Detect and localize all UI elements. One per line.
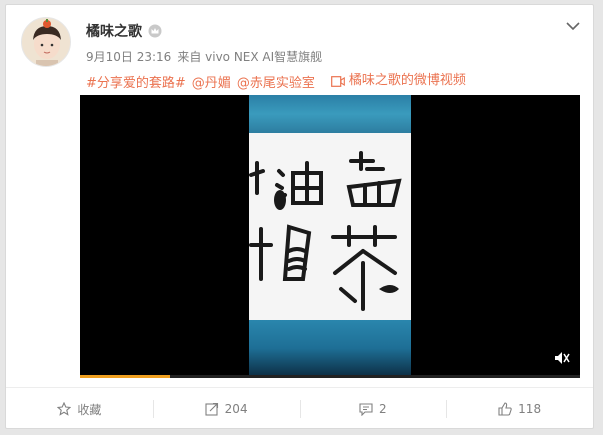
repost-icon bbox=[205, 402, 218, 416]
action-bar: 收藏 204 2 118 bbox=[6, 388, 593, 430]
repost-button[interactable]: 204 bbox=[152, 388, 300, 430]
mute-icon[interactable] bbox=[554, 351, 570, 365]
weibo-post-card: 橘味之歌 9月10日 23:16 来自 vivo NEX AI智慧旗舰 #分享爱的… bbox=[5, 4, 594, 429]
post-meta: 9月10日 23:16 来自 vivo NEX AI智慧旗舰 bbox=[86, 50, 328, 64]
chevron-down-icon[interactable] bbox=[566, 21, 580, 31]
video-frame-top bbox=[249, 95, 411, 133]
video-player[interactable] bbox=[80, 95, 580, 376]
favorite-label: 收藏 bbox=[77, 402, 102, 417]
video-link-label: 橘味之歌的微博视频 bbox=[348, 73, 466, 88]
avatar[interactable] bbox=[21, 17, 71, 67]
like-button[interactable]: 118 bbox=[446, 388, 593, 430]
thumbs-up-icon bbox=[498, 402, 512, 416]
comment-count: 2 bbox=[379, 402, 387, 416]
star-icon bbox=[57, 402, 72, 416]
post-date[interactable]: 9月10日 23:16 bbox=[86, 50, 171, 64]
mention-link[interactable]: @丹媚 bbox=[192, 76, 231, 91]
username[interactable]: 橘味之歌 bbox=[86, 23, 142, 41]
comment-button[interactable]: 2 bbox=[299, 388, 447, 430]
crown-badge-icon bbox=[148, 24, 162, 38]
topic-tag[interactable]: #分享爱的套路# bbox=[86, 76, 186, 91]
favorite-button[interactable]: 收藏 bbox=[6, 388, 153, 430]
video-progress-fill bbox=[80, 375, 170, 378]
repost-count: 204 bbox=[224, 402, 248, 416]
video-link[interactable]: 橘味之歌的微博视频 bbox=[330, 72, 472, 90]
mention-link[interactable]: @赤尾实验室 bbox=[237, 76, 315, 91]
post-text: #分享爱的套路# @丹媚 @赤尾实验室 橘味之歌的微博视频 bbox=[86, 72, 478, 93]
video-progress-bar[interactable] bbox=[80, 375, 580, 378]
video-frame bbox=[249, 95, 411, 376]
video-frame-bottom bbox=[249, 320, 411, 376]
comment-icon bbox=[359, 403, 373, 416]
video-frame-calligraphy bbox=[249, 133, 411, 320]
like-count: 118 bbox=[518, 402, 542, 416]
video-icon bbox=[330, 75, 345, 87]
post-source: 来自 vivo NEX AI智慧旗舰 bbox=[177, 50, 323, 64]
